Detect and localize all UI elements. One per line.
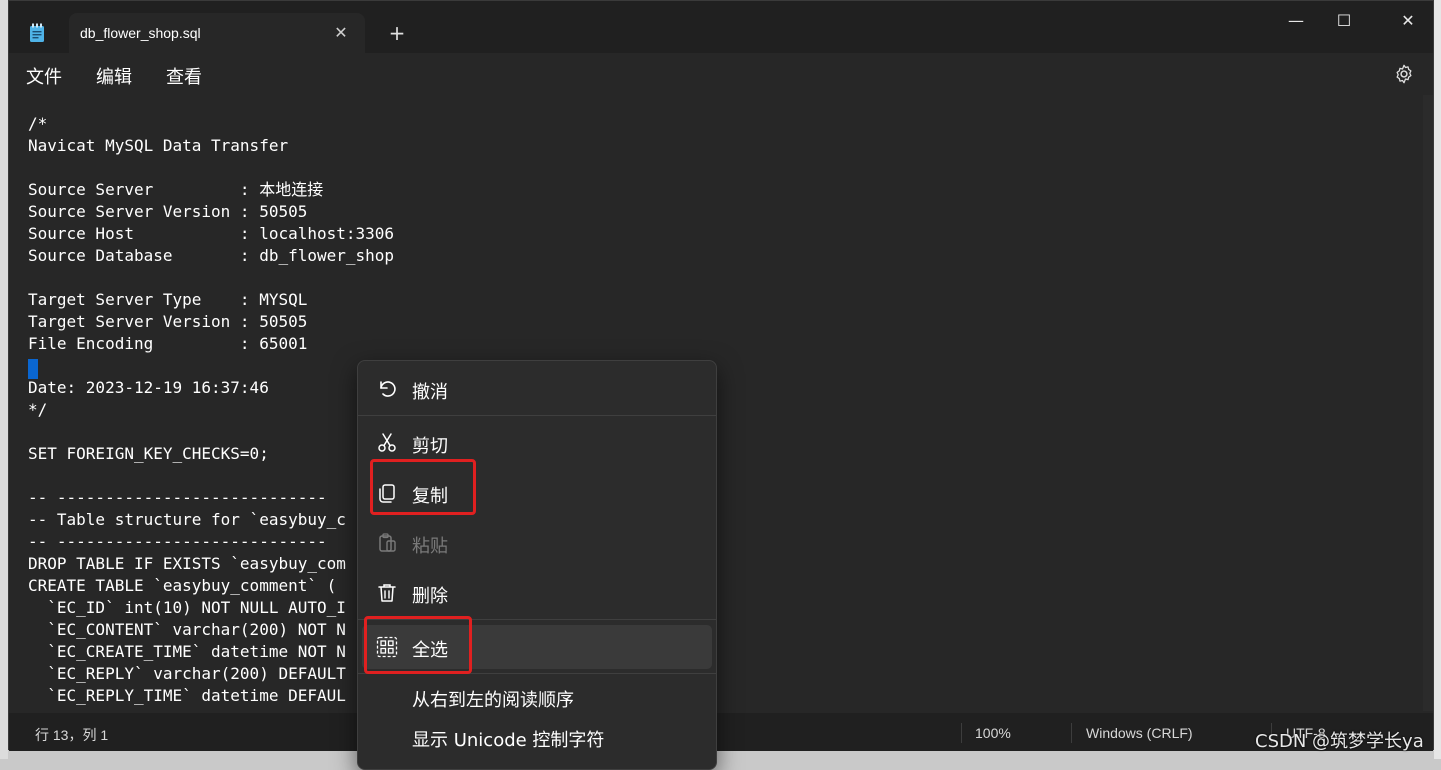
menu-item-cut[interactable]: 剪切	[362, 423, 712, 463]
clipboard-icon	[379, 533, 396, 552]
minimize-button[interactable]: —	[1273, 7, 1319, 35]
menu-item-rtl-reading-order[interactable]: 从右到左的阅读顺序	[362, 677, 712, 717]
line-ending[interactable]: Windows (CRLF)	[1086, 725, 1193, 741]
menu-item-label: 显示 Unicode 控制字符	[412, 730, 605, 751]
highlight-box-copy	[370, 459, 476, 515]
menu-file[interactable]: 文件	[26, 63, 62, 89]
menu-item-paste[interactable]: 粘贴	[362, 523, 712, 563]
close-tab-icon[interactable]: ✕	[331, 23, 351, 43]
tab-title: db_flower_shop.sql	[80, 25, 201, 41]
window-close-button[interactable]: ✕	[1385, 7, 1431, 35]
menu-item-undo[interactable]: 撤消	[362, 369, 712, 409]
tab-db-flower-shop[interactable]: db_flower_shop.sql ✕	[69, 13, 365, 53]
menu-item-label: 删除	[412, 586, 448, 607]
notepad-icon	[30, 23, 44, 42]
menu-view[interactable]: 查看	[166, 63, 202, 89]
status-bar: 行 13，列 1 100% Windows (CRLF) UTF-8	[9, 713, 1433, 751]
text-cursor	[28, 359, 38, 379]
new-tab-button[interactable]: +	[387, 23, 407, 43]
menu-bar: 文件 编辑 查看	[9, 53, 1433, 95]
menu-item-label: 粘贴	[412, 536, 448, 557]
menu-divider	[358, 415, 716, 416]
background-left-strip	[0, 0, 8, 759]
scissors-icon	[378, 433, 396, 452]
maximize-button[interactable]: ☐	[1321, 7, 1367, 35]
highlight-box-select-all	[364, 616, 472, 674]
zoom-level[interactable]: 100%	[975, 725, 1011, 741]
menu-item-show-unicode[interactable]: 显示 Unicode 控制字符	[362, 717, 712, 757]
menu-item-label: 剪切	[412, 436, 448, 457]
title-bar[interactable]: db_flower_shop.sql ✕ + — ☐ ✕	[9, 1, 1433, 53]
context-menu: 撤消 剪切 复制 粘贴 删除 全选 从右到左的阅读顺序 显示 Unicode 控…	[357, 360, 717, 770]
notepad-window: db_flower_shop.sql ✕ + — ☐ ✕ 文件 编辑 查看 /*…	[8, 0, 1434, 751]
menu-item-label: 撤消	[412, 382, 448, 403]
trash-icon	[378, 584, 396, 602]
vertical-scrollbar[interactable]	[1423, 95, 1433, 711]
cursor-position: 行 13，列 1	[35, 727, 109, 743]
menu-edit[interactable]: 编辑	[96, 63, 132, 89]
undo-icon	[380, 381, 396, 397]
status-divider	[961, 723, 962, 743]
background-right-strip	[1434, 0, 1441, 759]
editor-text[interactable]: /* Navicat MySQL Data Transfer Source Se…	[28, 113, 394, 707]
gear-icon[interactable]	[1393, 63, 1415, 85]
watermark: CSDN @筑梦学长ya	[1255, 731, 1424, 752]
menu-item-label: 从右到左的阅读顺序	[412, 690, 574, 711]
menu-item-delete[interactable]: 删除	[362, 573, 712, 613]
status-divider	[1071, 723, 1072, 743]
